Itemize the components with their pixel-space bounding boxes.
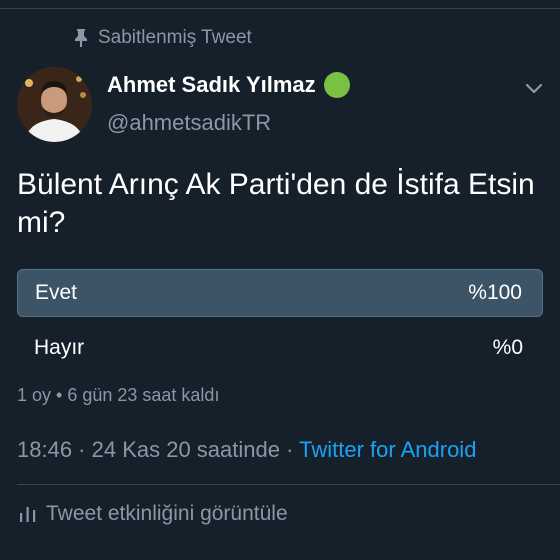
poll-option-evet[interactable]: Evet %100	[17, 269, 543, 317]
top-divider	[0, 8, 560, 9]
pin-icon	[75, 29, 87, 47]
divider	[17, 484, 560, 485]
chevron-down-icon[interactable]	[524, 78, 544, 98]
poll-option-percent: %0	[492, 336, 523, 359]
green-circle-icon	[323, 72, 350, 98]
timestamp-text: 18:46 · 24 Kas 20 saatinde ·	[17, 437, 300, 462]
bar-chart-icon	[20, 507, 36, 522]
pinned-label: Sabitlenmiş Tweet	[98, 27, 252, 48]
tweet-text: Bülent Arınç Ak Parti'den de İstifa Etsi…	[17, 168, 535, 239]
poll-option-percent: %100	[468, 281, 522, 304]
tweet-activity-link[interactable]: Tweet etkinliğini görüntüle	[19, 502, 288, 526]
tweet-timestamp: 18:46 · 24 Kas 20 saatinde · Twitter for…	[17, 437, 476, 463]
activity-label: Tweet etkinliğini görüntüle	[46, 502, 288, 525]
poll-option-label: Evet	[35, 281, 78, 304]
poll-summary: 1 oy • 6 gün 23 saat kaldı	[17, 385, 220, 405]
author-name[interactable]: Ahmet Sadık Yılmaz	[107, 72, 350, 98]
pinned-header: Sabitlenmiş Tweet	[74, 27, 252, 49]
source-link[interactable]: Twitter for Android	[299, 437, 476, 462]
author-name-text: Ahmet Sadık Yılmaz	[107, 72, 316, 97]
poll-option-hayir[interactable]: Hayır %0	[17, 324, 543, 372]
poll-option-label: Hayır	[34, 336, 85, 359]
avatar[interactable]	[17, 67, 92, 142]
author-handle[interactable]: @ahmetsadikTR	[107, 110, 271, 136]
avatar-image	[17, 67, 92, 142]
